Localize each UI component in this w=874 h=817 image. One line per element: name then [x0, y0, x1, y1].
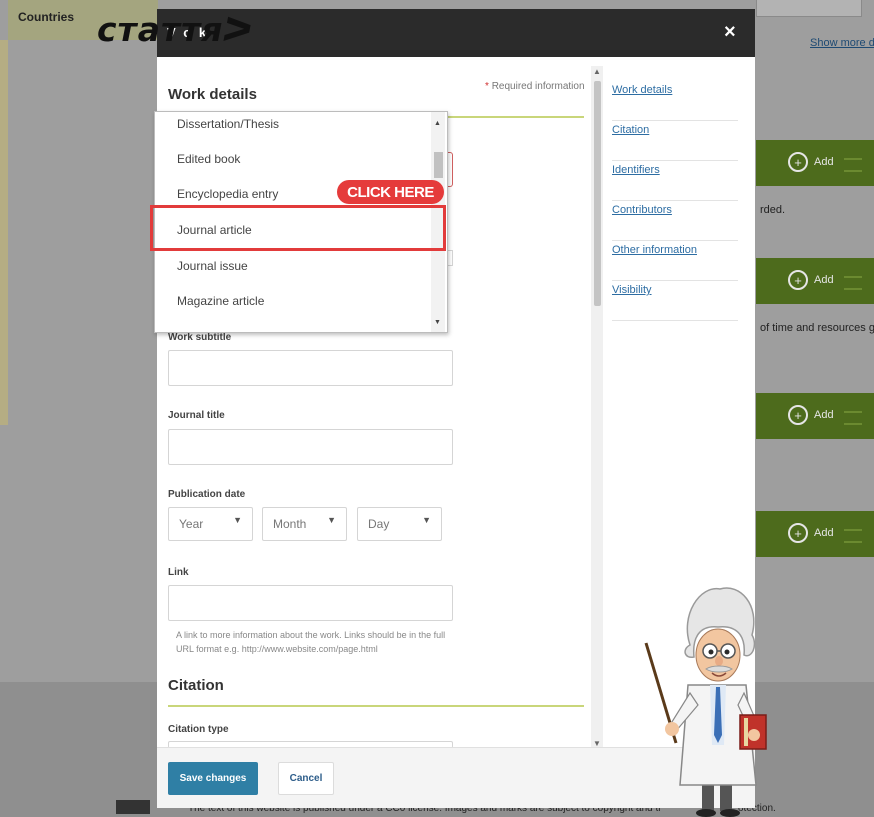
citation-heading: Citation	[168, 677, 224, 694]
journal-title-label: Journal title	[168, 410, 225, 421]
sort-icon	[844, 529, 862, 543]
nav-citation[interactable]: Citation	[612, 121, 738, 161]
add-panel-works[interactable]: + Add	[756, 140, 874, 186]
cc0-badge-icon	[116, 800, 150, 814]
section-nav: Work details Citation Identifiers Contri…	[612, 81, 738, 321]
nav-work-details[interactable]: Work details	[612, 81, 738, 121]
nav-visibility[interactable]: Visibility	[612, 281, 738, 321]
close-icon[interactable]: ×	[724, 21, 736, 44]
countries-label: Countries	[18, 10, 75, 24]
nav-contributors[interactable]: Contributors	[612, 201, 738, 241]
nav-other-information[interactable]: Other information	[612, 241, 738, 281]
link-help-text: A link to more information about the wor…	[176, 630, 446, 654]
save-changes-button[interactable]: Save changes	[168, 762, 258, 795]
dropdown-option[interactable]: Magazine article	[177, 294, 264, 308]
work-details-heading: Work details	[168, 86, 257, 103]
add-label: Add	[814, 527, 834, 539]
chevron-down-icon: ▼	[327, 515, 336, 525]
month-select[interactable]: Month ▼	[262, 507, 347, 541]
add-label: Add	[814, 274, 834, 286]
sort-icon	[844, 411, 862, 425]
link-label: Link	[168, 567, 189, 578]
plus-circle-icon: +	[788, 405, 808, 425]
left-strip	[0, 40, 8, 425]
work-subtitle-label: Work subtitle	[168, 332, 232, 343]
highlight-box	[150, 205, 446, 251]
sort-icon	[844, 158, 862, 172]
section-divider	[168, 705, 584, 707]
scroll-up-icon[interactable]: ▲	[593, 67, 601, 76]
journal-title-input[interactable]	[168, 429, 453, 465]
plus-circle-icon: +	[788, 270, 808, 290]
plus-circle-icon: +	[788, 523, 808, 543]
overlay-title: статтяᐳ	[97, 10, 254, 49]
click-here-callout: CLICK HERE	[337, 180, 444, 204]
background-text: of time and resources g	[760, 322, 874, 334]
chevron-down-icon: ▼	[422, 515, 431, 525]
citation-type-label: Citation type	[168, 724, 229, 735]
chevron-down-icon: ▼	[233, 515, 242, 525]
add-panel-peer-review[interactable]: + Add	[756, 393, 874, 439]
plus-circle-icon: +	[788, 152, 808, 172]
nav-identifiers[interactable]: Identifiers	[612, 161, 738, 201]
dropdown-option[interactable]: Dissertation/Thesis	[177, 117, 279, 131]
year-select[interactable]: Year ▼	[168, 507, 253, 541]
work-subtitle-input[interactable]	[168, 350, 453, 386]
link-input[interactable]	[168, 585, 453, 621]
sort-icon	[844, 276, 862, 290]
publication-date-label: Publication date	[168, 489, 246, 500]
background-input	[756, 0, 862, 17]
dropdown-option[interactable]: Encyclopedia entry	[177, 187, 278, 201]
add-label: Add	[814, 156, 834, 168]
add-label: Add	[814, 409, 834, 421]
dropdown-scroll-thumb[interactable]	[434, 152, 443, 178]
cancel-button[interactable]: Cancel	[278, 762, 334, 795]
add-panel-funding[interactable]: + Add	[756, 258, 874, 304]
show-more-link[interactable]: Show more d	[810, 37, 874, 49]
dropdown-option[interactable]: Journal issue	[177, 259, 248, 273]
scroll-up-icon[interactable]: ▲	[434, 120, 441, 127]
professor-illustration	[644, 587, 767, 817]
dropdown-option[interactable]: Edited book	[177, 152, 240, 166]
scrollbar-thumb[interactable]	[594, 81, 601, 306]
day-select[interactable]: Day ▼	[357, 507, 442, 541]
add-panel-research[interactable]: + Add	[756, 511, 874, 557]
required-info: * Required information	[485, 81, 585, 92]
background-text: rded.	[760, 204, 786, 216]
scroll-down-icon[interactable]: ▼	[434, 319, 441, 326]
